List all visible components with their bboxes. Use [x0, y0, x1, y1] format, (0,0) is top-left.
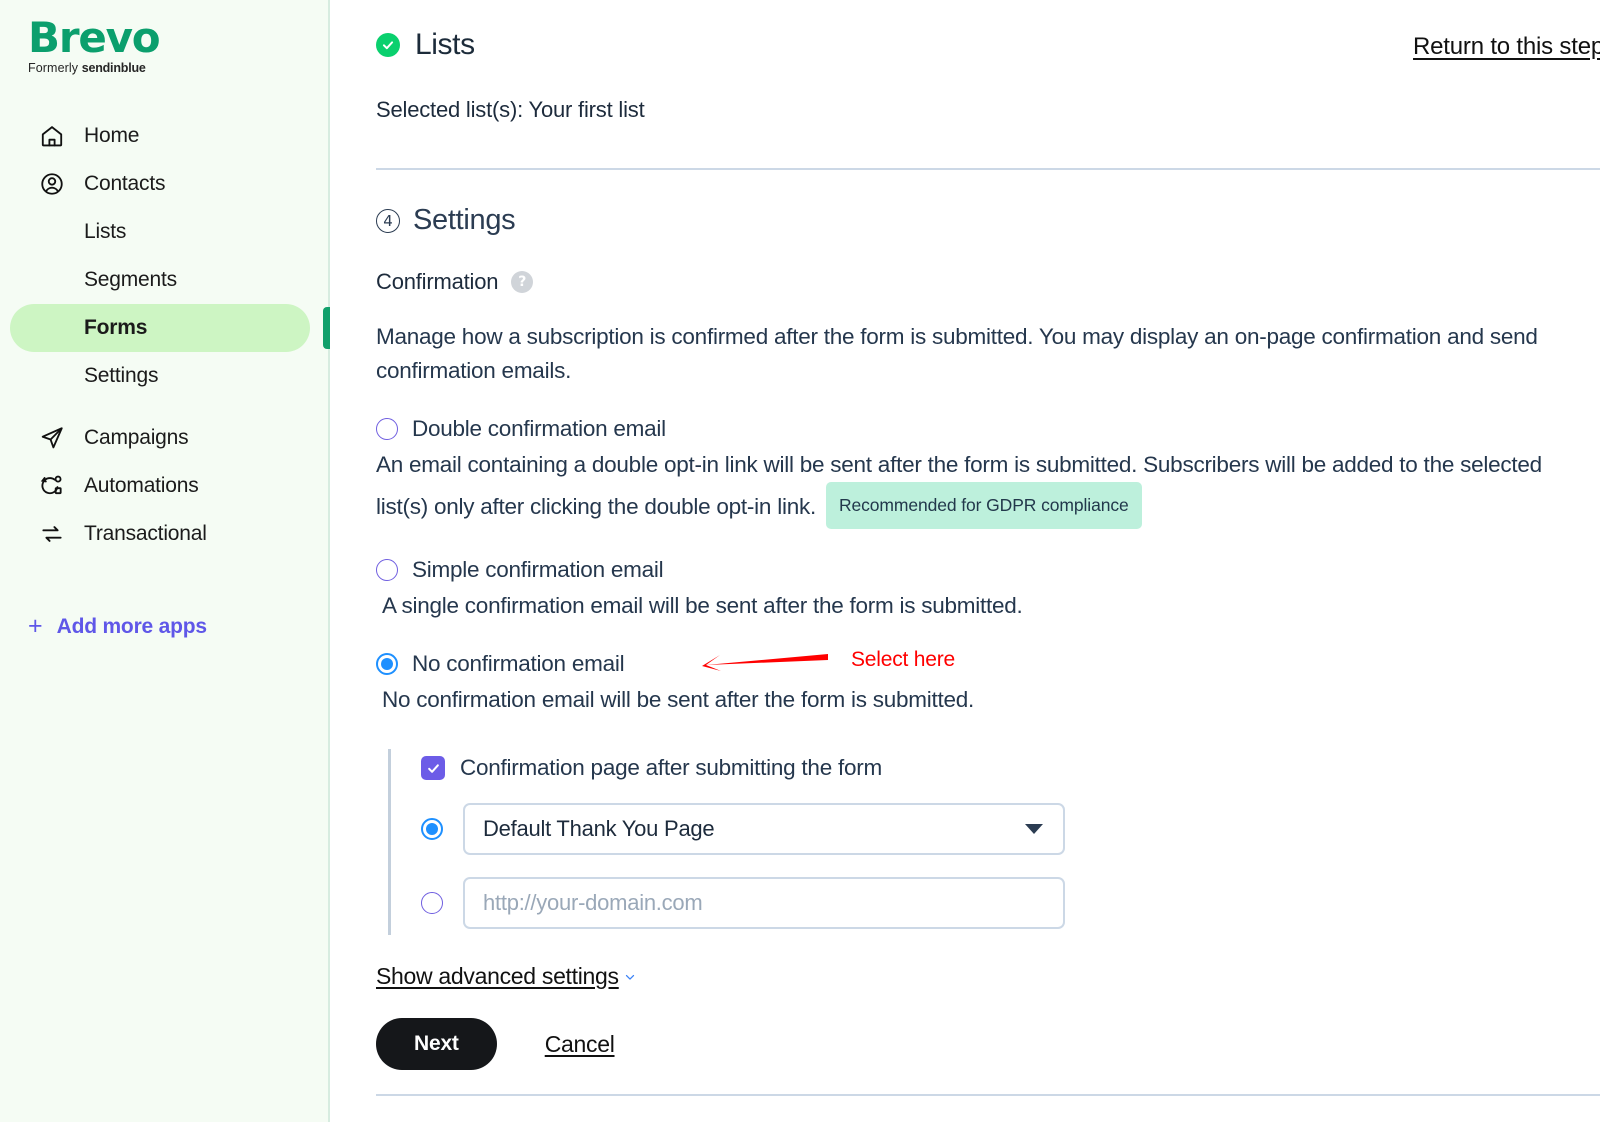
automation-icon: [38, 472, 66, 500]
settings-section-title: Settings: [413, 204, 516, 236]
add-more-apps-button[interactable]: + Add more apps: [0, 614, 328, 639]
return-to-step-link[interactable]: Return to this step: [1413, 33, 1600, 61]
confirmation-label: Confirmation: [376, 269, 499, 294]
thank-you-page-row: Default Thank You Page: [421, 803, 1448, 855]
chevron-down-icon: [1025, 824, 1043, 834]
active-indicator-bar: [323, 307, 330, 349]
sidebar-item-home[interactable]: Home: [10, 112, 310, 160]
confirmation-page-block: Confirmation page after submitting the f…: [388, 749, 1448, 935]
option-no-confirmation: No confirmation email No confirmation em…: [376, 651, 1600, 717]
confirmation-page-checkbox-row[interactable]: Confirmation page after submitting the f…: [421, 755, 1448, 781]
logo-tagline-brand: sendinblue: [81, 61, 146, 75]
radio-default-thank-you-page[interactable]: [421, 818, 443, 840]
step-header-left: Lists: [376, 28, 475, 62]
sidebar-item-segments[interactable]: Segments: [10, 256, 310, 304]
radio-simple-confirmation[interactable]: [376, 559, 398, 581]
show-advanced-settings-link[interactable]: Show advanced settings: [376, 963, 637, 990]
step-header: Lists Return to this step: [376, 0, 1600, 62]
option-double-confirmation-row[interactable]: Double confirmation email: [376, 416, 1600, 442]
sidebar-item-forms[interactable]: Forms: [10, 304, 330, 352]
option-simple-confirmation-label: Simple confirmation email: [412, 557, 664, 582]
check-circle-icon: [376, 33, 400, 57]
logo-text: Brevo: [28, 13, 161, 62]
thank-you-page-select[interactable]: Default Thank You Page: [463, 803, 1065, 855]
sidebar-nav: Home Contacts Lists Segments Forms Setti…: [0, 112, 330, 639]
home-icon: [38, 122, 66, 150]
option-double-confirmation-desc: An email containing a double opt-in link…: [376, 448, 1566, 529]
exchange-arrows-icon: [38, 520, 66, 548]
sidebar-item-home-label: Home: [84, 124, 140, 147]
thank-you-page-select-value: Default Thank You Page: [483, 816, 715, 841]
checkbox-confirmation-page[interactable]: [421, 756, 445, 780]
sidebar: Brevo Formerly sendinblue Home Contacts …: [0, 0, 330, 1122]
sidebar-item-contacts-label: Contacts: [84, 172, 166, 195]
sidebar-item-campaigns[interactable]: Campaigns: [10, 414, 310, 462]
settings-section-header: 4 Settings: [376, 204, 1600, 237]
selected-lists-text: Selected list(s): Your first list: [376, 97, 645, 122]
option-simple-confirmation-desc: A single confirmation email will be sent…: [382, 593, 1023, 618]
confirmation-description: Manage how a subscription is confirmed a…: [376, 324, 1538, 383]
add-more-apps-label: Add more apps: [56, 614, 207, 638]
radio-double-confirmation[interactable]: [376, 418, 398, 440]
option-no-confirmation-label: No confirmation email: [412, 651, 625, 676]
option-no-confirmation-desc: No confirmation email will be sent after…: [382, 687, 974, 712]
sidebar-item-transactional[interactable]: Transactional: [10, 510, 310, 558]
logo-tagline-prefix: Formerly: [28, 61, 82, 75]
option-double-confirmation-label: Double confirmation email: [412, 416, 666, 441]
page-title: Lists: [415, 28, 475, 61]
sidebar-item-contacts[interactable]: Contacts: [10, 160, 310, 208]
option-simple-confirmation-row[interactable]: Simple confirmation email: [376, 557, 1600, 583]
sidebar-item-campaigns-label: Campaigns: [84, 426, 189, 449]
annotation-label: Select here: [851, 648, 956, 671]
sidebar-item-automations[interactable]: Automations: [10, 462, 310, 510]
user-circle-icon: [38, 170, 66, 198]
app-root: Brevo Formerly sendinblue Home Contacts …: [0, 0, 1600, 1122]
cancel-button[interactable]: Cancel: [545, 1031, 615, 1058]
option-simple-confirmation: Simple confirmation email A single confi…: [376, 557, 1600, 623]
divider-bottom: [376, 1094, 1600, 1096]
next-button[interactable]: Next: [376, 1018, 497, 1070]
main-content: Lists Return to this step Selected list(…: [330, 0, 1600, 1122]
option-no-confirmation-row[interactable]: No confirmation email: [376, 651, 1600, 677]
confirmation-subheading: Confirmation ?: [376, 269, 1600, 295]
sidebar-item-transactional-label: Transactional: [84, 522, 207, 545]
sidebar-item-lists-label: Lists: [84, 220, 127, 243]
sidebar-item-settings-label: Settings: [84, 364, 159, 387]
radio-custom-url[interactable]: [421, 892, 443, 914]
brand-logo[interactable]: Brevo Formerly sendinblue: [0, 0, 328, 76]
divider-top: [376, 168, 1600, 170]
plus-icon: +: [28, 612, 43, 640]
confirmation-page-checkbox-label: Confirmation page after submitting the f…: [460, 755, 882, 780]
custom-url-input[interactable]: [463, 877, 1065, 929]
option-double-confirmation: Double confirmation email An email conta…: [376, 416, 1600, 529]
sidebar-item-segments-label: Segments: [84, 268, 177, 291]
form-action-buttons: Next Cancel: [376, 1018, 1600, 1070]
sidebar-item-automations-label: Automations: [84, 474, 199, 497]
sidebar-item-settings[interactable]: Settings: [10, 352, 310, 400]
sidebar-item-lists[interactable]: Lists: [10, 208, 310, 256]
radio-no-confirmation[interactable]: [376, 653, 398, 675]
step-number-badge: 4: [376, 208, 400, 233]
chevron-down-icon-advanced: [623, 970, 637, 984]
question-mark-icon[interactable]: ?: [511, 271, 534, 293]
show-advanced-settings-label: Show advanced settings: [376, 963, 619, 989]
logo-tagline: Formerly sendinblue: [28, 60, 328, 76]
sidebar-item-forms-label: Forms: [84, 316, 148, 339]
gdpr-badge: Recommended for GDPR compliance: [825, 482, 1142, 529]
custom-url-row: [421, 877, 1448, 929]
paper-plane-icon: [38, 424, 66, 452]
